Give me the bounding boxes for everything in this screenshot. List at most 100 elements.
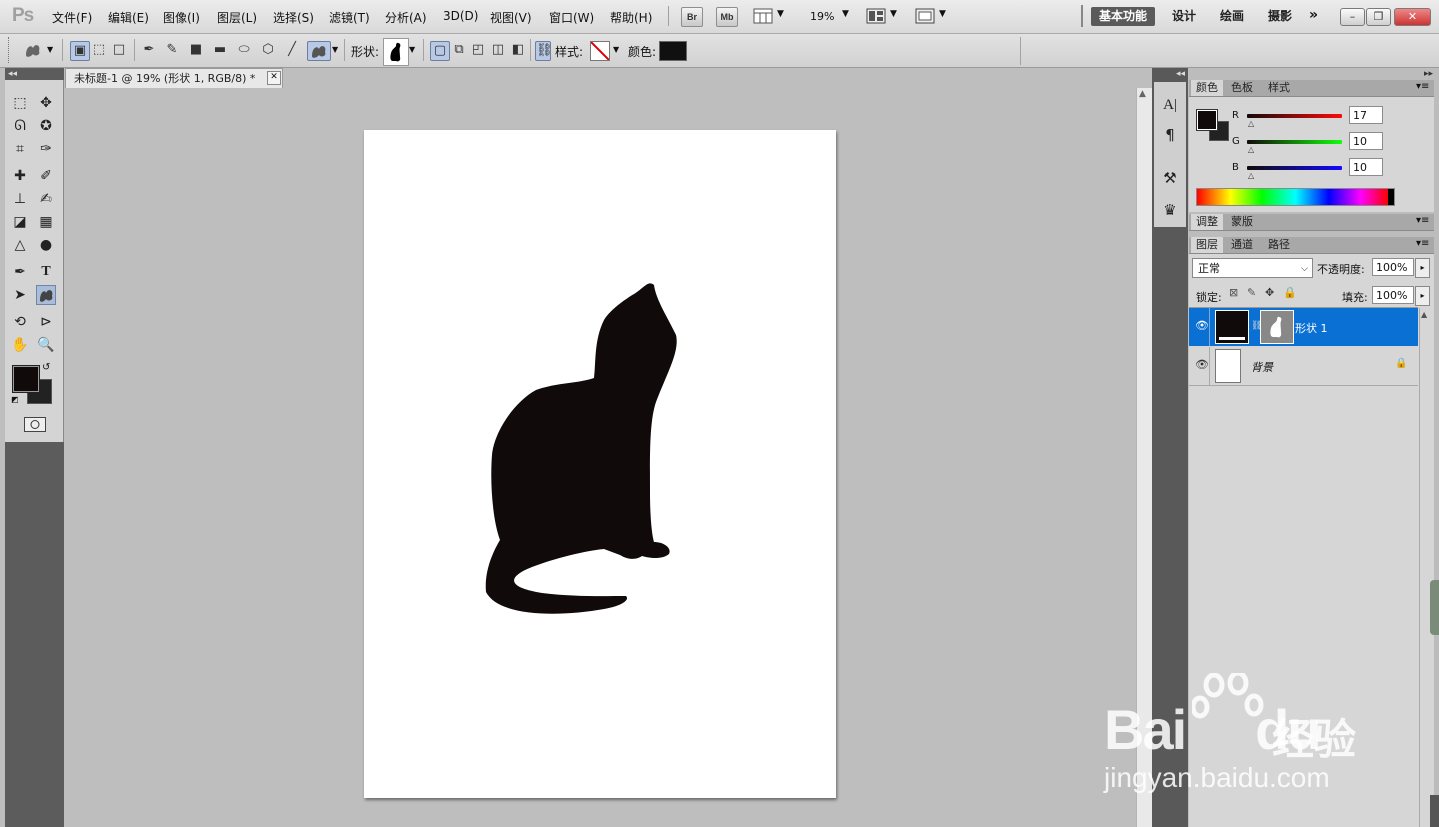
paths-mode-icon[interactable]: ⬚ (90, 41, 108, 59)
fill-pixels-mode-icon[interactable]: □ (110, 41, 128, 59)
lock-transparency-icon[interactable]: ⊠ (1229, 286, 1238, 299)
tab-paths[interactable]: 路径 (1263, 237, 1295, 253)
panel-menu-icon[interactable]: ▾≡ (1416, 215, 1429, 226)
tool-presets-icon[interactable]: ⚒ (1160, 168, 1180, 188)
tab-styles[interactable]: 样式 (1263, 80, 1295, 96)
pen-tool-icon[interactable]: ✒ (140, 41, 158, 59)
menu-3d[interactable]: 3D(D) (443, 9, 478, 23)
custom-shape-tool-icon[interactable] (36, 285, 56, 305)
eye-icon[interactable]: 👁 (1195, 358, 1209, 371)
style-swatch[interactable] (590, 41, 610, 61)
history-brush-icon[interactable]: ✍ (36, 189, 56, 209)
rounded-rectangle-icon[interactable]: ▬ (211, 41, 229, 59)
mini-bridge-button[interactable]: Mb (716, 7, 738, 27)
fill-input[interactable]: 100% (1372, 286, 1414, 304)
menu-help[interactable]: 帮助(H) (610, 9, 652, 26)
green-value-input[interactable]: 10 (1349, 132, 1383, 150)
lock-pixels-icon[interactable]: ✎ (1247, 286, 1256, 299)
rectangle-tool-icon[interactable]: ■ (187, 41, 205, 59)
chevron-down-icon[interactable]: ▼ (47, 45, 53, 54)
more-workspaces-icon[interactable]: » (1309, 7, 1318, 23)
subtract-shape-icon[interactable]: ◰ (469, 41, 487, 59)
brush-tool-icon[interactable]: ✐ (36, 166, 56, 186)
workspace-design[interactable]: 设计 (1166, 7, 1202, 26)
menu-filter[interactable]: 滤镜(T) (329, 9, 370, 26)
marquee-tool-icon[interactable]: ⬚ (10, 93, 30, 113)
tab-color[interactable]: 颜色 (1191, 80, 1223, 96)
path-selection-icon[interactable]: ➤ (10, 285, 30, 305)
blue-value-input[interactable]: 10 (1349, 158, 1383, 176)
zoom-tool-icon[interactable]: 🔍 (36, 335, 56, 355)
panel-menu-icon[interactable]: ▾≡ (1416, 238, 1429, 249)
red-slider[interactable] (1247, 114, 1342, 118)
red-value-input[interactable]: 17 (1349, 106, 1383, 124)
swap-colors-icon[interactable]: ↺ (42, 362, 50, 373)
layers-scrollbar[interactable] (1419, 308, 1434, 827)
custom-shape-tool-icon[interactable] (307, 41, 331, 61)
lock-all-icon[interactable]: 🔒 (1283, 286, 1297, 299)
green-slider[interactable] (1247, 140, 1342, 144)
line-tool-icon[interactable]: ╱ (283, 41, 301, 59)
menu-window[interactable]: 窗口(W) (549, 9, 594, 26)
paragraph-panel-icon[interactable]: ¶ (1160, 125, 1180, 145)
blue-slider[interactable] (1247, 166, 1342, 170)
lasso-tool-icon[interactable]: ᘏ (10, 116, 30, 136)
lock-position-icon[interactable]: ✥ (1265, 286, 1274, 299)
layer-name[interactable]: 形状 1 (1295, 320, 1328, 336)
vector-mask-thumbnail[interactable] (1260, 310, 1294, 344)
layer-thumbnail[interactable] (1215, 349, 1241, 383)
layer-name[interactable]: 背景 (1251, 359, 1273, 375)
opacity-input[interactable]: 100% (1372, 258, 1414, 276)
workspace-essentials[interactable]: 基本功能 (1091, 7, 1155, 26)
shape-picker[interactable] (383, 38, 409, 66)
blue-slider-thumb[interactable]: △ (1248, 171, 1254, 180)
create-new-shape-icon[interactable]: ▢ (430, 41, 450, 61)
polygon-tool-icon[interactable]: ⬡ (259, 41, 277, 59)
add-to-shape-icon[interactable]: ⧉ (450, 41, 468, 59)
workspace-photography[interactable]: 摄影 (1262, 7, 1298, 26)
chevron-right-icon[interactable]: ▸ (1415, 258, 1430, 278)
tab-masks[interactable]: 蒙版 (1226, 214, 1258, 230)
layer-row-shape[interactable]: 👁 ⛓ 形状 1 (1189, 308, 1418, 346)
menu-layer[interactable]: 图层(L) (217, 9, 257, 26)
screen-mode-icon[interactable] (915, 8, 935, 24)
document-canvas[interactable] (364, 130, 836, 798)
foreground-color-swatch[interactable] (12, 365, 40, 393)
eraser-tool-icon[interactable]: ◪ (10, 212, 30, 232)
pen-tool-icon[interactable]: ✒ (10, 262, 30, 282)
side-grip-handle[interactable] (1430, 795, 1439, 827)
chevron-down-icon[interactable]: ▼ (890, 9, 897, 19)
bridge-button[interactable]: Br (681, 7, 703, 27)
intersect-shape-icon[interactable]: ◫ (489, 41, 507, 59)
eye-icon[interactable]: 👁 (1195, 319, 1209, 332)
menu-select[interactable]: 选择(S) (273, 9, 314, 26)
tab-adjustments[interactable]: 调整 (1191, 214, 1223, 230)
close-button[interactable]: ✕ (1394, 8, 1431, 26)
workspace-painting[interactable]: 绘画 (1214, 7, 1250, 26)
hand-tool-icon[interactable]: ✋ (10, 335, 30, 355)
restore-button[interactable]: ❐ (1366, 8, 1391, 26)
collapse-panel-icon[interactable]: ◂◂ (8, 69, 17, 79)
color-spectrum-bar[interactable] (1196, 188, 1395, 206)
arrange-documents-icon[interactable] (866, 8, 886, 24)
character-panel-icon[interactable]: A| (1160, 95, 1180, 115)
quick-mask-icon[interactable] (24, 417, 46, 432)
panel-menu-icon[interactable]: ▾≡ (1416, 81, 1429, 92)
side-grip-handle[interactable] (1430, 580, 1439, 635)
layer-fill-thumbnail[interactable] (1215, 310, 1249, 344)
link-style-icon[interactable]: ⛓ (535, 41, 553, 61)
chevron-down-icon[interactable]: ▼ (613, 45, 619, 54)
chevron-right-icon[interactable]: ▸ (1415, 286, 1430, 306)
red-slider-thumb[interactable]: △ (1248, 119, 1254, 128)
healing-brush-icon[interactable]: ✚ (10, 166, 30, 186)
clone-stamp-icon[interactable]: ⊥ (10, 189, 30, 209)
menu-image[interactable]: 图像(I) (163, 9, 200, 26)
expand-panel-icon[interactable]: ◂◂ (1176, 69, 1185, 79)
chevron-down-icon[interactable]: ▼ (939, 9, 946, 19)
clone-source-icon[interactable]: ♛ (1160, 200, 1180, 220)
chevron-down-icon[interactable]: ▼ (777, 9, 784, 19)
chevron-down-icon[interactable]: ▼ (332, 45, 338, 54)
dodge-tool-icon[interactable]: ● (36, 235, 56, 255)
ellipse-tool-icon[interactable]: ⬭ (235, 41, 253, 59)
zoom-level[interactable]: 19% (810, 10, 834, 23)
